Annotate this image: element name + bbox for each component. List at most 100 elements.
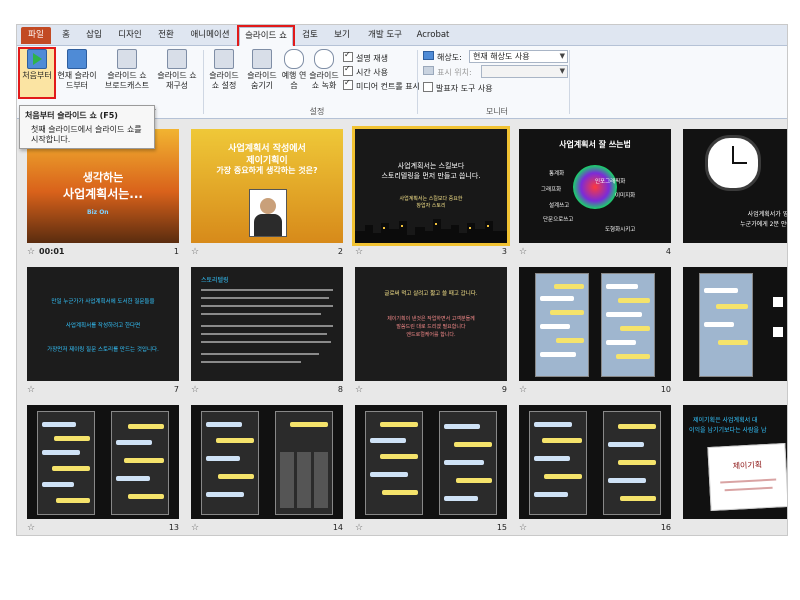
slide-thumbnail-8[interactable]: 스토리텔링: [191, 267, 343, 381]
from-beginning-label: 처음부터: [22, 71, 52, 80]
current-slide-icon: [67, 49, 87, 69]
slide-thumbnail-10[interactable]: [519, 267, 671, 381]
clock-icon: [705, 135, 761, 191]
slide-thumbnail-4[interactable]: 사업계획서 잘 쓰는법 통계화 그래프화 인포그래픽화 이미지화 설계쓰고 단문…: [519, 129, 671, 243]
tab-developer[interactable]: 개발 도구: [363, 27, 407, 44]
resolution-dropdown[interactable]: 현재 해상도 사용 ▼: [469, 50, 568, 63]
group-separator: [417, 50, 418, 114]
tooltip-description: 시작합니다.: [31, 135, 71, 144]
slide-number: 2: [337, 247, 343, 256]
stopwatch-icon: [284, 49, 304, 69]
from-beginning-button[interactable]: 처음부터: [18, 47, 56, 99]
slide-thumbnail-17[interactable]: 제이기획은 사업계획서 대 이익을 남기기보다는 사람을 남 제이기획: [683, 405, 787, 519]
ribbon-tab-bar: 파일 홈 삽입 디자인 전환 애니메이션 슬라이드 쇼 검토 보기 개발 도구 …: [17, 25, 787, 48]
slide-number: 13: [168, 523, 179, 532]
slide-timing: 00:01: [39, 247, 65, 256]
slide-transition-icon: ☆: [355, 385, 364, 395]
chat-screenshot-image: [111, 411, 169, 515]
tab-view[interactable]: 보기: [329, 27, 355, 44]
checkbox-checked-icon: [343, 50, 353, 62]
slide-3-text: 스토리텔링을 먼저 만들고 씁니다.: [381, 172, 481, 180]
tab-acrobat[interactable]: Acrobat: [413, 27, 453, 44]
slide-thumbnail-13[interactable]: [27, 405, 179, 519]
slide-7-text: 만일 누군가가 사업계획서에 도서한 질문들을: [51, 299, 155, 305]
slide-transition-icon: ☆: [191, 247, 200, 257]
slide-2-title: 가장 중요하게 생각하는 것은?: [216, 166, 318, 175]
custom-show-icon: [167, 49, 187, 69]
tab-slide-show[interactable]: 슬라이드 쇼: [237, 25, 295, 48]
slide-4-word: 단문으로쓰고: [543, 217, 574, 223]
use-timings-checkbox[interactable]: 시간 사용: [343, 64, 388, 78]
slide-transition-icon: ☆: [519, 247, 528, 257]
slide-transition-icon: ☆: [519, 385, 528, 395]
slide-9-text: 글로써 먹고 살려고 짧고 쓸 때고 갑니다.: [384, 291, 478, 297]
slide-number: 14: [332, 523, 343, 532]
slide-3-subtext: 사업계획서는 스킬보다 중요한: [399, 196, 463, 202]
play-narrations-label: 설명 재생: [356, 54, 388, 63]
slide-thumbnail-9[interactable]: 글로써 먹고 살려고 짧고 쓸 때고 갑니다. 제이기획이 낸것은 작업하면서 …: [355, 267, 507, 381]
record-clock-icon: [314, 49, 334, 69]
show-on-label: 표시 위치:: [437, 68, 472, 77]
city-skyline-image: [355, 219, 507, 243]
set-up-label: 슬라이드 쇼 설정: [209, 71, 239, 90]
presenter-view-checkbox[interactable]: 발표자 도구 사용: [423, 82, 493, 94]
play-narrations-checkbox[interactable]: 설명 재생: [343, 50, 388, 64]
slide-17-card-text: 제이기획: [732, 460, 763, 471]
chevron-down-icon: ▼: [559, 67, 565, 75]
record-label: 슬라이드 쇼 녹화: [309, 71, 339, 90]
tab-design[interactable]: 디자인: [113, 27, 147, 44]
rehearse-timings-button[interactable]: 예행 연습: [281, 49, 307, 97]
tab-file[interactable]: 파일: [21, 27, 51, 44]
custom-slide-show-button[interactable]: 슬라이드 쇼 재구성: [155, 49, 199, 97]
slide-1-title: 생각하는: [82, 171, 124, 184]
record-slide-show-button[interactable]: 슬라이드 쇼 녹화: [309, 49, 339, 97]
slide-7-text: 가장먼저 제이링 질문 스토리를 만드는 것입니다.: [47, 347, 159, 353]
show-on-dropdown[interactable]: ▼: [481, 65, 568, 78]
slide-4-word: 설계쓰고: [549, 203, 570, 209]
resolution-label-row: 해상도:: [423, 51, 462, 63]
checkbox-checked-icon: [343, 78, 353, 90]
custom-show-label: 슬라이드 쇼 재구성: [157, 71, 197, 90]
from-current-slide-button[interactable]: 현재 슬라이드부터: [57, 49, 97, 97]
tab-animations[interactable]: 애니메이션: [185, 27, 235, 44]
slide-transition-icon: ☆: [27, 385, 36, 395]
slide-thumbnail-15[interactable]: [355, 405, 507, 519]
checkbox-checked-icon: [343, 64, 353, 76]
slide-number: 4: [665, 247, 671, 256]
set-up-slide-show-button[interactable]: 슬라이드 쇼 설정: [207, 49, 241, 97]
chat-screenshot-image: [37, 411, 95, 515]
slide-transition-icon: ☆: [27, 523, 36, 533]
slide-thumbnail-3[interactable]: 사업계획서는 스킬보다 스토리텔링을 먼저 만들고 씁니다. 사업계획서는 스킬…: [352, 126, 510, 246]
slide-transition-icon: ☆: [191, 523, 200, 533]
slide-17-text: 이익을 남기기보다는 사람을 남: [689, 427, 767, 434]
chat-screenshot-image: [529, 411, 587, 515]
tab-insert[interactable]: 삽입: [81, 27, 107, 44]
slide-transition-icon: ☆: [27, 247, 36, 257]
slide-9-text: 엔드로컬케어를 합니다.: [406, 332, 456, 338]
slide-thumbnail-11[interactable]: [683, 267, 787, 381]
slide-thumbnail-2[interactable]: 사업계획서 작성에서 제이기획이 가장 중요하게 생각하는 것은?: [191, 129, 343, 243]
show-media-controls-checkbox[interactable]: 미디어 컨트롤 표시: [343, 78, 420, 92]
chat-screenshot-image: [601, 273, 655, 377]
broadcast-slide-show-button[interactable]: 슬라이드 쇼 브로드캐스트: [103, 49, 151, 97]
slide-4-word: 그래프화: [541, 187, 562, 193]
slide-1-title: 사업계획서는...: [63, 187, 143, 201]
slide-9-text: 제이기획이 낸것은 작업하면서 고객분들께: [387, 316, 475, 322]
slide-thumbnail-7[interactable]: 만일 누군가가 사업계획서에 도서한 질문들을 사업계획서를 작성하려고 한다면…: [27, 267, 179, 381]
hide-slide-button[interactable]: 슬라이드 숨기기: [245, 49, 279, 97]
chat-screenshot-image: [201, 411, 259, 515]
slide-thumbnail-14[interactable]: [191, 405, 343, 519]
slide-transition-icon: ☆: [519, 523, 528, 533]
tab-transitions[interactable]: 전환: [153, 27, 179, 44]
slide-8-heading: 스토리텔링: [201, 277, 229, 284]
hide-slide-icon: [252, 49, 272, 69]
slide-number: 16: [660, 523, 671, 532]
tab-home[interactable]: 홈: [57, 27, 75, 44]
slide-transition-icon: ☆: [355, 523, 364, 533]
slide-thumbnail-5[interactable]: 사업계획서가 영업자료로 누군가에게 2분 안에 설명할 수: [683, 129, 787, 243]
slide-thumbnail-16[interactable]: [519, 405, 671, 519]
group-separator: [203, 50, 204, 114]
chat-screenshot-image: [603, 411, 661, 515]
tab-review[interactable]: 검토: [297, 27, 323, 44]
monitors-group-label: 모니터: [485, 107, 509, 116]
